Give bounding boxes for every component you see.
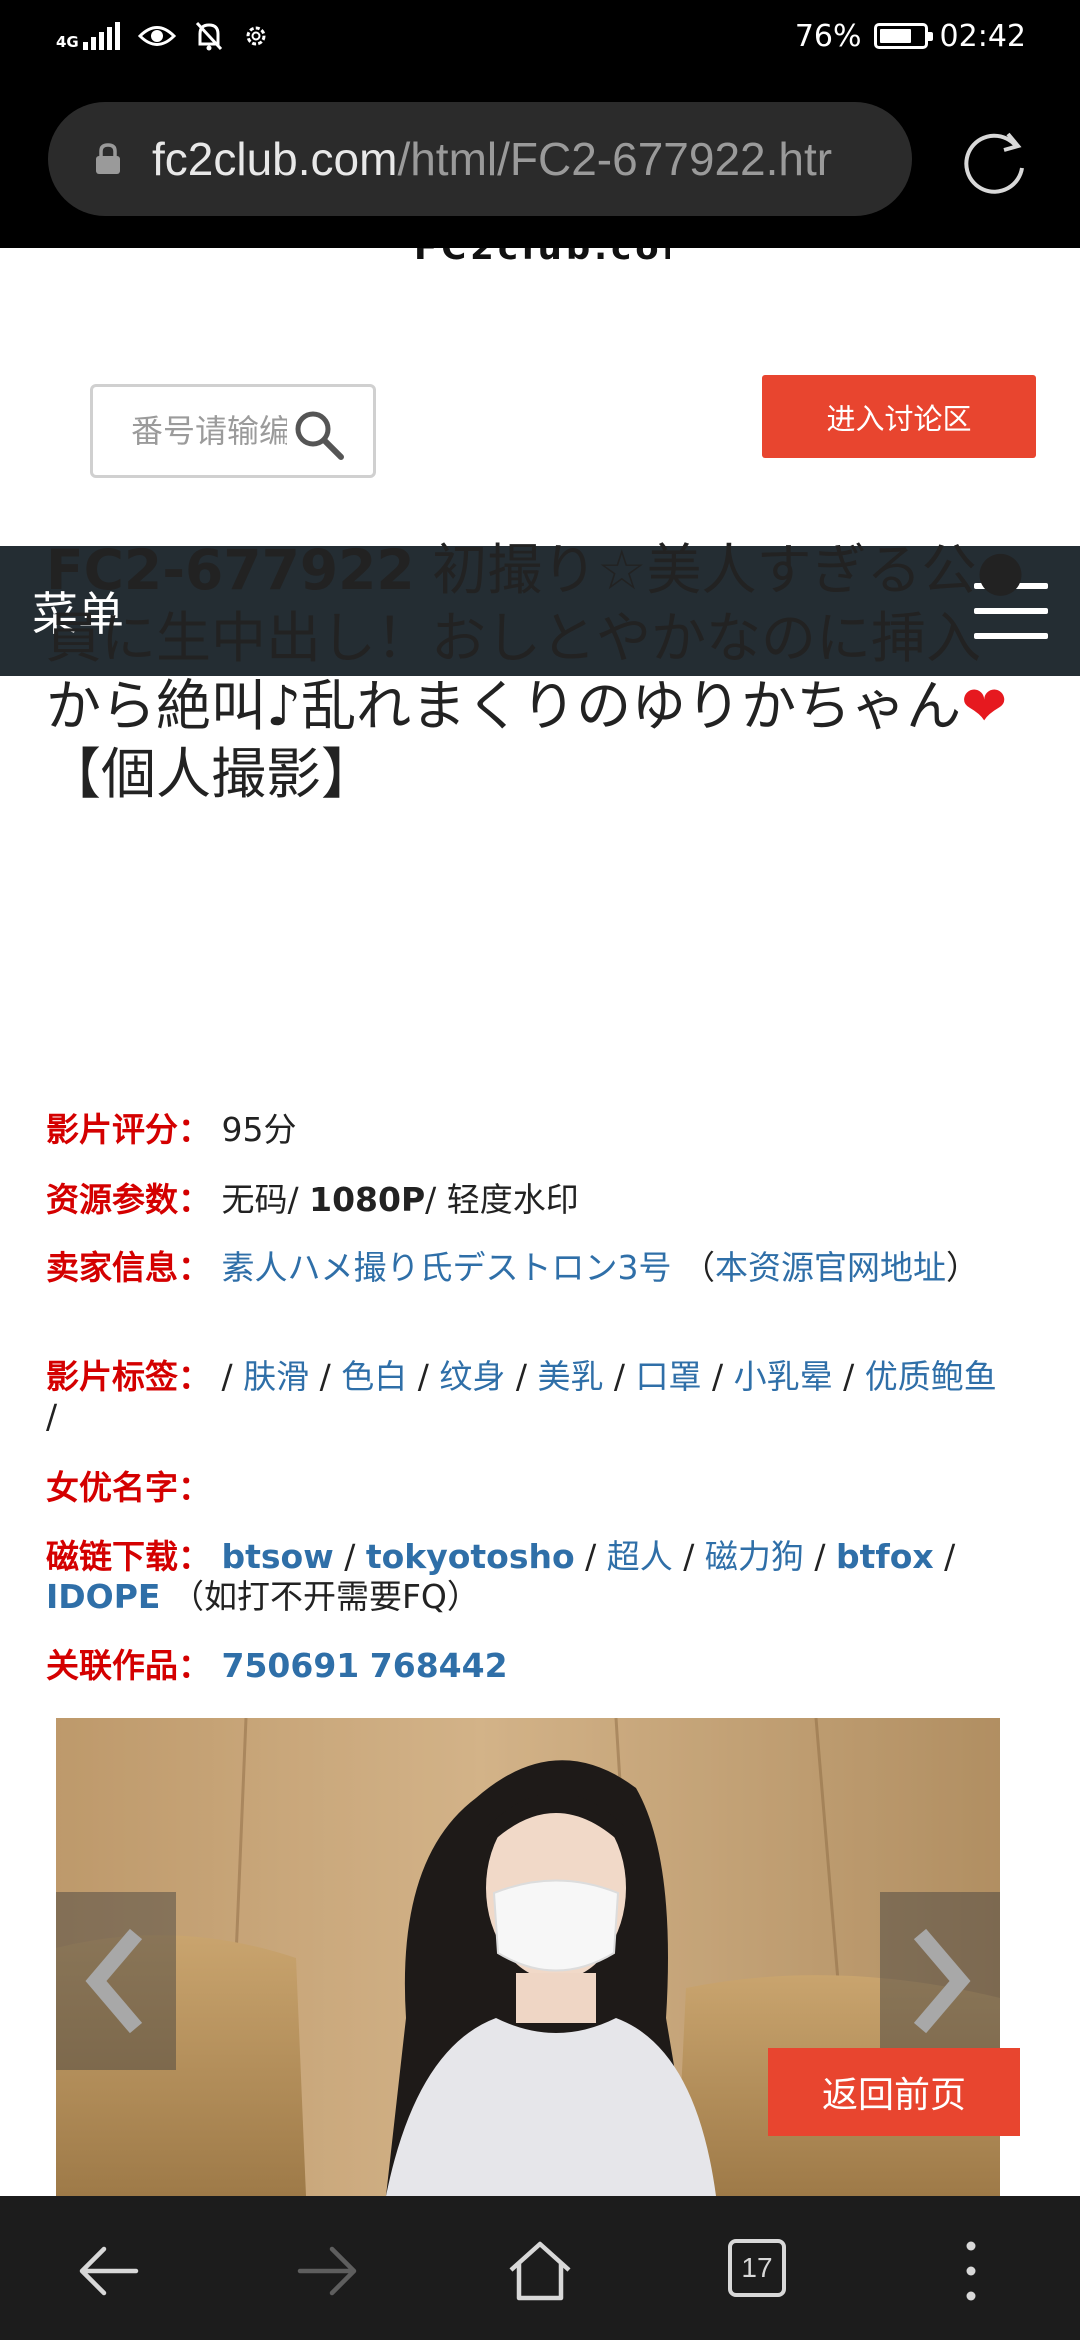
network-type: 4G bbox=[56, 34, 79, 50]
enter-forum-button[interactable]: 进入讨论区 bbox=[762, 375, 1036, 458]
tags-label: 影片标签 bbox=[46, 1357, 178, 1396]
heart-icon: ❤ bbox=[961, 674, 1008, 738]
magnet-note: （如打不开需要FQ） bbox=[170, 1577, 480, 1616]
lock-icon bbox=[96, 143, 120, 174]
official-site-link[interactable]: 本资源官网地址 bbox=[715, 1248, 946, 1287]
magnet-link[interactable]: btsow bbox=[222, 1537, 334, 1576]
magnet-link[interactable]: btfox bbox=[836, 1537, 934, 1576]
tag-link[interactable]: 纹身 bbox=[439, 1357, 505, 1396]
browser-bottom-nav: 17 bbox=[0, 2196, 1080, 2340]
seller-row: 卖家信息： 素人ハメ撮り氏デストロン3号 （本资源官网地址） bbox=[46, 1248, 979, 1287]
magnet-link[interactable]: 超人 bbox=[607, 1537, 673, 1576]
magnet-link[interactable]: IDOPE bbox=[46, 1577, 160, 1616]
clock: 02:42 bbox=[939, 18, 1026, 54]
reload-icon[interactable] bbox=[958, 124, 1032, 198]
settings-gear-icon bbox=[246, 26, 266, 46]
seller-paren-close: ） bbox=[946, 1248, 979, 1287]
related-label: 关联作品 bbox=[46, 1646, 178, 1685]
params-value-b: 1080P bbox=[309, 1180, 426, 1219]
magnet-row: 磁链下载： btsow / tokyotosho / 超人 / 磁力狗 / bt… bbox=[46, 1537, 956, 1616]
status-bar: 4G 76% 02:42 bbox=[0, 0, 1080, 72]
address-bar[interactable]: fc2club.com/html/FC2-677922.htr bbox=[48, 102, 912, 216]
chevron-right-icon bbox=[913, 1928, 971, 2034]
url-host: fc2club.com bbox=[152, 133, 398, 185]
home-icon[interactable] bbox=[505, 2236, 575, 2306]
battery-icon bbox=[873, 23, 933, 49]
rating-label: 影片评分 bbox=[46, 1110, 178, 1149]
tag-link[interactable]: 口罩 bbox=[636, 1357, 702, 1396]
page-title: FC2-677922 初撮り☆美人すぎる公●員に生中出し！おしとやかなのに挿入か… bbox=[46, 536, 1026, 808]
forward-arrow-icon[interactable] bbox=[292, 2236, 362, 2306]
magnet-label: 磁链下载 bbox=[46, 1537, 178, 1576]
tag-link[interactable]: 小乳晕 bbox=[734, 1357, 833, 1396]
more-options-icon[interactable] bbox=[936, 2236, 1006, 2306]
params-value-a: 无码/ bbox=[221, 1180, 310, 1219]
seller-label: 卖家信息 bbox=[46, 1248, 178, 1287]
carousel-prev-button[interactable] bbox=[56, 1892, 176, 2070]
back-arrow-icon[interactable] bbox=[74, 2236, 144, 2306]
rating-value: 95分 bbox=[221, 1110, 297, 1149]
actress-label: 女优名字 bbox=[46, 1468, 178, 1507]
rating-row: 影片评分： 95分 bbox=[46, 1110, 297, 1149]
url-path: /html/FC2-677922.htr bbox=[397, 133, 833, 185]
tag-link[interactable]: 优质鲍鱼 bbox=[865, 1357, 997, 1396]
chevron-left-icon bbox=[85, 1928, 143, 2034]
params-value-c: / 轻度水印 bbox=[425, 1180, 579, 1219]
search-box[interactable] bbox=[90, 384, 376, 478]
title-code: FC2-677922 bbox=[46, 538, 415, 602]
params-label: 资源参数 bbox=[46, 1180, 178, 1219]
params-row: 资源参数： 无码/ 1080P/ 轻度水印 bbox=[46, 1180, 579, 1219]
eye-comfort-icon bbox=[137, 26, 176, 46]
tag-link[interactable]: 美乳 bbox=[537, 1357, 603, 1396]
related-link[interactable]: 768442 bbox=[370, 1646, 508, 1685]
related-row: 关联作品： 750691 768442 bbox=[46, 1646, 508, 1685]
back-to-previous-button[interactable]: 返回前页 bbox=[768, 2048, 1020, 2136]
tags-row: 影片标签： / 肤滑 / 色白 / 纹身 / 美乳 / 口罩 / 小乳晕 / 优… bbox=[46, 1357, 997, 1436]
search-icon[interactable] bbox=[291, 407, 347, 463]
status-right: 76% 02:42 bbox=[795, 19, 1026, 54]
tag-link[interactable]: 色白 bbox=[341, 1357, 407, 1396]
carousel-next-button[interactable] bbox=[880, 1892, 1000, 2070]
site-logo[interactable]: FC2club.com bbox=[414, 248, 670, 262]
seller-link[interactable]: 素人ハメ撮り氏デストロン3号 bbox=[222, 1248, 672, 1287]
network-label: 4G bbox=[56, 33, 79, 51]
title-tail: 【個人撮影】 bbox=[46, 742, 377, 806]
related-link[interactable]: 750691 bbox=[222, 1646, 360, 1685]
status-icons: 4G bbox=[56, 20, 270, 52]
search-input[interactable] bbox=[129, 411, 289, 451]
seller-paren-open: （ bbox=[682, 1248, 715, 1287]
magnet-link[interactable]: 磁力狗 bbox=[705, 1537, 804, 1576]
signal-bars-icon bbox=[82, 22, 120, 50]
actress-row: 女优名字： bbox=[46, 1468, 211, 1507]
magnet-link[interactable]: tokyotosho bbox=[366, 1537, 575, 1576]
url-text: fc2club.com/html/FC2-677922.htr bbox=[152, 132, 832, 186]
tag-link[interactable]: 肤滑 bbox=[243, 1357, 309, 1396]
signal-indicator: 4G bbox=[56, 22, 120, 50]
battery-percent: 76% bbox=[794, 18, 862, 54]
browser-toolbar: fc2club.com/html/FC2-677922.htr bbox=[0, 72, 1080, 248]
tabs-count-button[interactable]: 17 bbox=[728, 2239, 786, 2297]
mute-bell-icon bbox=[195, 21, 222, 51]
battery-level bbox=[879, 29, 912, 43]
